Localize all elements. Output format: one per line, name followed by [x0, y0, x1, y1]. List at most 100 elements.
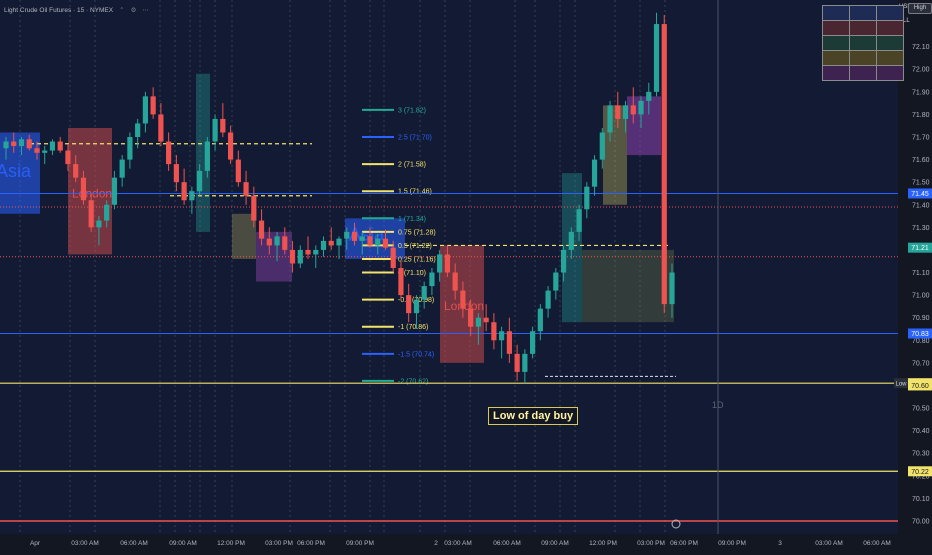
candle-body	[615, 105, 621, 119]
candle-body	[653, 24, 660, 92]
candle-body	[568, 231, 574, 250]
candle-body	[42, 150, 48, 153]
price-tick-label: 71.90	[912, 89, 930, 96]
candle-body	[522, 353, 528, 372]
candle-body	[576, 209, 582, 232]
candle-body	[506, 331, 512, 354]
time-tick-label: 03:00 PM	[637, 540, 665, 547]
candle-body	[18, 139, 25, 147]
candle-body	[398, 268, 404, 296]
candle-body	[258, 220, 265, 239]
candle-body	[88, 200, 94, 228]
candle-body	[421, 286, 427, 300]
price-tick-label: 72.10	[912, 44, 930, 51]
candle-body	[3, 141, 9, 149]
candle-body	[413, 299, 420, 314]
candle-body	[96, 220, 102, 228]
candle-body	[313, 249, 319, 255]
price-tick-label: 70.10	[912, 496, 930, 503]
candle-body	[251, 195, 257, 221]
candle-body	[80, 177, 87, 201]
time-tick-label: 2	[434, 540, 438, 547]
time-tick-label: 03:00 AM	[815, 540, 842, 547]
candle-body	[26, 139, 32, 149]
candle-body	[630, 105, 636, 115]
killzone-table	[822, 5, 904, 81]
time-tick-label: 06:00 AM	[863, 540, 890, 547]
candle-body	[235, 159, 241, 183]
time-tick-label: 06:00 AM	[493, 540, 520, 547]
candle-body	[119, 159, 125, 178]
candle-body	[104, 204, 110, 221]
price-tick-label: 70.70	[912, 360, 930, 367]
candle-body	[646, 91, 652, 101]
candle-body	[289, 249, 296, 264]
candle-body	[189, 191, 195, 201]
candle-body	[390, 247, 396, 268]
candle-body	[11, 141, 17, 147]
fib-level-label: 2.5 (71.70)	[398, 135, 432, 142]
candle-body	[537, 308, 543, 332]
candle-body	[367, 236, 373, 246]
symbol-title[interactable]: Light Crude Oil Futures · 15 · NYMEX	[4, 7, 113, 14]
time-tick-label: 09:00 AM	[541, 540, 568, 547]
chart-header: Light Crude Oil Futures · 15 · NYMEX ⌃ ⚙…	[4, 6, 149, 15]
candle-body	[305, 249, 311, 255]
candle-body	[297, 249, 303, 264]
fib-level-label: 0.75 (71.28)	[398, 229, 436, 236]
settings-icon[interactable]: ⚙	[131, 6, 137, 14]
candle-body	[212, 118, 218, 142]
fib-level-label: 0.25 (71.16)	[398, 256, 436, 263]
candle-body	[227, 132, 234, 160]
chart-canvas[interactable]: AsiaLondonAsiaLondon3 (71.82)2.5 (71.70)…	[0, 0, 932, 550]
candle-body	[460, 290, 466, 309]
time-tick-label: 06:00 PM	[670, 540, 698, 547]
candle-body	[328, 240, 334, 246]
more-icon[interactable]: ⋯	[142, 6, 149, 14]
candle-body	[375, 238, 381, 246]
time-tick-label: 09:00 PM	[718, 540, 746, 547]
candle-body	[266, 238, 272, 246]
candle-body	[584, 186, 590, 210]
time-tick-label: 03:00 AM	[71, 540, 98, 547]
candle-body	[669, 272, 675, 305]
candle-body	[545, 290, 551, 309]
price-tick-label: 71.40	[912, 202, 930, 209]
candle-body	[158, 114, 164, 142]
candle-body	[591, 159, 598, 187]
price-tick-label: 70.80	[912, 338, 930, 345]
candle-body	[429, 272, 435, 287]
price-tick-label: 70.90	[912, 315, 930, 322]
candle-body	[530, 331, 536, 354]
time-tick-label: 03:00 PM	[265, 540, 293, 547]
candle-body	[320, 240, 327, 250]
price-tick-label: 70.00	[912, 518, 930, 525]
high-badge: High	[908, 3, 932, 14]
time-tick-label: 3	[778, 540, 782, 547]
candle-body	[111, 177, 118, 205]
candle-body	[135, 123, 141, 137]
low-of-day-buy-annotation: Low of day buy	[488, 407, 579, 425]
price-tick-label: 71.30	[912, 225, 930, 232]
fib-level-label: 2 (71.58)	[398, 162, 426, 169]
collapse-icon[interactable]: ⌃	[119, 6, 124, 14]
time-tick-label: 06:00 PM	[297, 540, 325, 547]
candle-body	[243, 182, 249, 196]
price-tick-label: 71.80	[912, 112, 930, 119]
price-tick-label: 70.40	[912, 428, 930, 435]
price-tick-label: 71.60	[912, 157, 930, 164]
time-tick-label: 09:00 AM	[169, 540, 196, 547]
time-tick-label: 06:00 AM	[120, 540, 147, 547]
fib-level-label: -2 (70.62)	[398, 378, 428, 385]
candle-body	[65, 150, 71, 165]
candle-body	[351, 231, 358, 241]
candle-body	[661, 24, 667, 305]
candle-body	[437, 254, 443, 273]
price-tag-label: 70.60	[911, 383, 929, 390]
range-zone	[603, 105, 627, 205]
candle-body	[491, 322, 497, 341]
price-tick-label: 70.50	[912, 406, 930, 413]
candle-body	[274, 236, 280, 246]
fib-level-label: -1.5 (70.74)	[398, 351, 434, 358]
candle-body	[514, 353, 520, 372]
